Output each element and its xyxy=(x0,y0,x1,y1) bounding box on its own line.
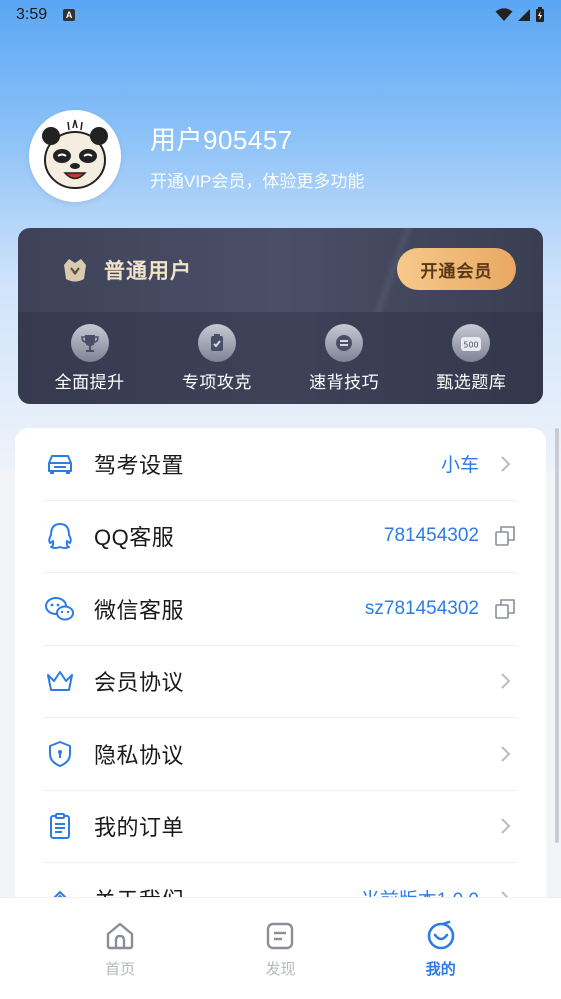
home-icon xyxy=(106,922,134,950)
trophy-icon xyxy=(80,334,99,352)
chevron-right-icon xyxy=(501,673,511,689)
tab-discover[interactable]: 发现 xyxy=(220,898,340,999)
menu-label: 微信客服 xyxy=(94,597,185,623)
battery-icon xyxy=(536,7,544,22)
chevron-right-icon xyxy=(501,746,511,762)
member-card: 普通用户 开通会员 全面提升 专项攻克 速背技巧 500 甄选题库 xyxy=(18,228,543,404)
perk-special-topics[interactable]: 专项攻克 xyxy=(162,323,272,393)
member-level: 普通用户 xyxy=(104,260,192,283)
car-icon xyxy=(48,454,72,474)
menu-label: QQ客服 xyxy=(94,525,175,551)
qq-icon xyxy=(48,523,72,550)
status-icons xyxy=(495,7,545,23)
perk-label: 速背技巧 xyxy=(309,372,380,392)
question-bank-icon: 500 xyxy=(461,336,482,351)
level-badge-icon xyxy=(64,259,86,282)
copy-icon[interactable] xyxy=(494,598,516,620)
wechat-icon xyxy=(45,596,74,621)
menu-label: 我的订单 xyxy=(94,815,185,841)
copy-icon[interactable] xyxy=(494,525,516,547)
menu-value: 小车 xyxy=(440,455,479,477)
discover-icon xyxy=(267,922,294,950)
tab-home[interactable]: 首页 xyxy=(60,898,180,999)
signal-icon xyxy=(518,9,530,21)
order-icon xyxy=(50,813,70,840)
perk-question-bank[interactable]: 500 甄选题库 xyxy=(416,323,526,393)
perk-label: 全面提升 xyxy=(54,372,125,392)
status-bar: 3:59 A xyxy=(0,0,561,30)
menu-item-my-orders[interactable]: 我的订单 xyxy=(44,791,517,863)
menu-item-member-agreement[interactable]: 会员协议 xyxy=(44,646,517,718)
avatar[interactable] xyxy=(29,110,121,202)
username: 用户905457 xyxy=(150,125,293,155)
chevron-right-icon xyxy=(501,456,511,472)
menu-item-qq-service[interactable]: QQ客服 781454302 xyxy=(44,501,517,573)
chevron-right-icon xyxy=(501,818,511,834)
menu-item-wechat-service[interactable]: 微信客服 sz781454302 xyxy=(44,573,517,646)
question-bank-badge: 500 xyxy=(464,340,479,349)
clipboard-check-icon xyxy=(210,333,223,351)
perk-memorize-tips[interactable]: 速背技巧 xyxy=(289,323,399,393)
status-time: 3:59 xyxy=(16,6,48,23)
menu-item-exam-settings[interactable]: 驾考设置 小车 xyxy=(44,428,517,501)
menu-value: sz781454302 xyxy=(364,597,479,619)
perk-label: 甄选题库 xyxy=(436,372,507,392)
wifi-icon xyxy=(495,8,513,21)
menu-value: 781454302 xyxy=(383,525,479,547)
tab-label: 我的 xyxy=(425,961,456,978)
vip-tip-text[interactable]: 开通VIP会员，体验更多功能 xyxy=(150,167,364,192)
crown-icon xyxy=(47,671,73,692)
menu-item-privacy-agreement[interactable]: 隐私协议 xyxy=(44,718,517,791)
tab-label: 首页 xyxy=(105,961,136,978)
perk-full-improve[interactable]: 全面提升 xyxy=(35,323,145,393)
mine-icon xyxy=(427,920,455,950)
tab-mine[interactable]: 我的 xyxy=(381,898,501,999)
bottom-tab-bar: 首页 发现 我的 xyxy=(0,897,561,999)
menu-label: 隐私协议 xyxy=(94,742,185,768)
scrollbar[interactable] xyxy=(555,428,559,843)
panda-avatar-icon xyxy=(42,119,108,189)
notification-a-icon: A xyxy=(63,9,76,21)
menu-label: 会员协议 xyxy=(94,670,185,696)
tab-label: 发现 xyxy=(265,961,296,978)
open-vip-button[interactable]: 开通会员 xyxy=(397,248,516,290)
lightbulb-icon xyxy=(336,334,353,351)
profile-header: 用户905457 开通VIP会员，体验更多功能 xyxy=(29,110,364,202)
shield-icon xyxy=(49,740,71,767)
menu-label: 驾考设置 xyxy=(94,452,185,478)
perk-label: 专项攻克 xyxy=(181,372,252,392)
